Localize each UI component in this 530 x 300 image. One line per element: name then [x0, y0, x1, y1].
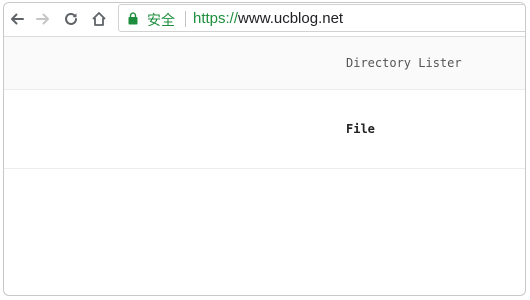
browser-toolbar: 安全 https://www.ucblog.net [4, 3, 525, 37]
lock-icon [128, 12, 138, 25]
home-icon [92, 12, 106, 26]
page-title[interactable]: Directory Lister [346, 56, 462, 70]
column-header-file[interactable]: File [346, 122, 375, 136]
home-button[interactable] [88, 8, 110, 30]
url-scheme: https:// [193, 10, 239, 27]
page-header: Directory Lister [4, 37, 525, 90]
address-separator [185, 11, 186, 27]
file-table-header: File [4, 90, 525, 169]
forward-button[interactable] [32, 8, 54, 30]
reload-icon [65, 12, 77, 25]
reload-button[interactable] [60, 8, 82, 30]
browser-window: 安全 https://www.ucblog.net Directory List… [3, 2, 526, 296]
security-label: 安全 [147, 13, 175, 29]
back-button[interactable] [6, 8, 28, 30]
url-host: www.ucblog.net [238, 10, 344, 27]
forward-icon [36, 13, 49, 25]
back-icon [11, 13, 24, 25]
address-bar[interactable]: 安全 https://www.ucblog.net [118, 4, 525, 32]
url-text[interactable]: https://www.ucblog.net [193, 10, 343, 27]
